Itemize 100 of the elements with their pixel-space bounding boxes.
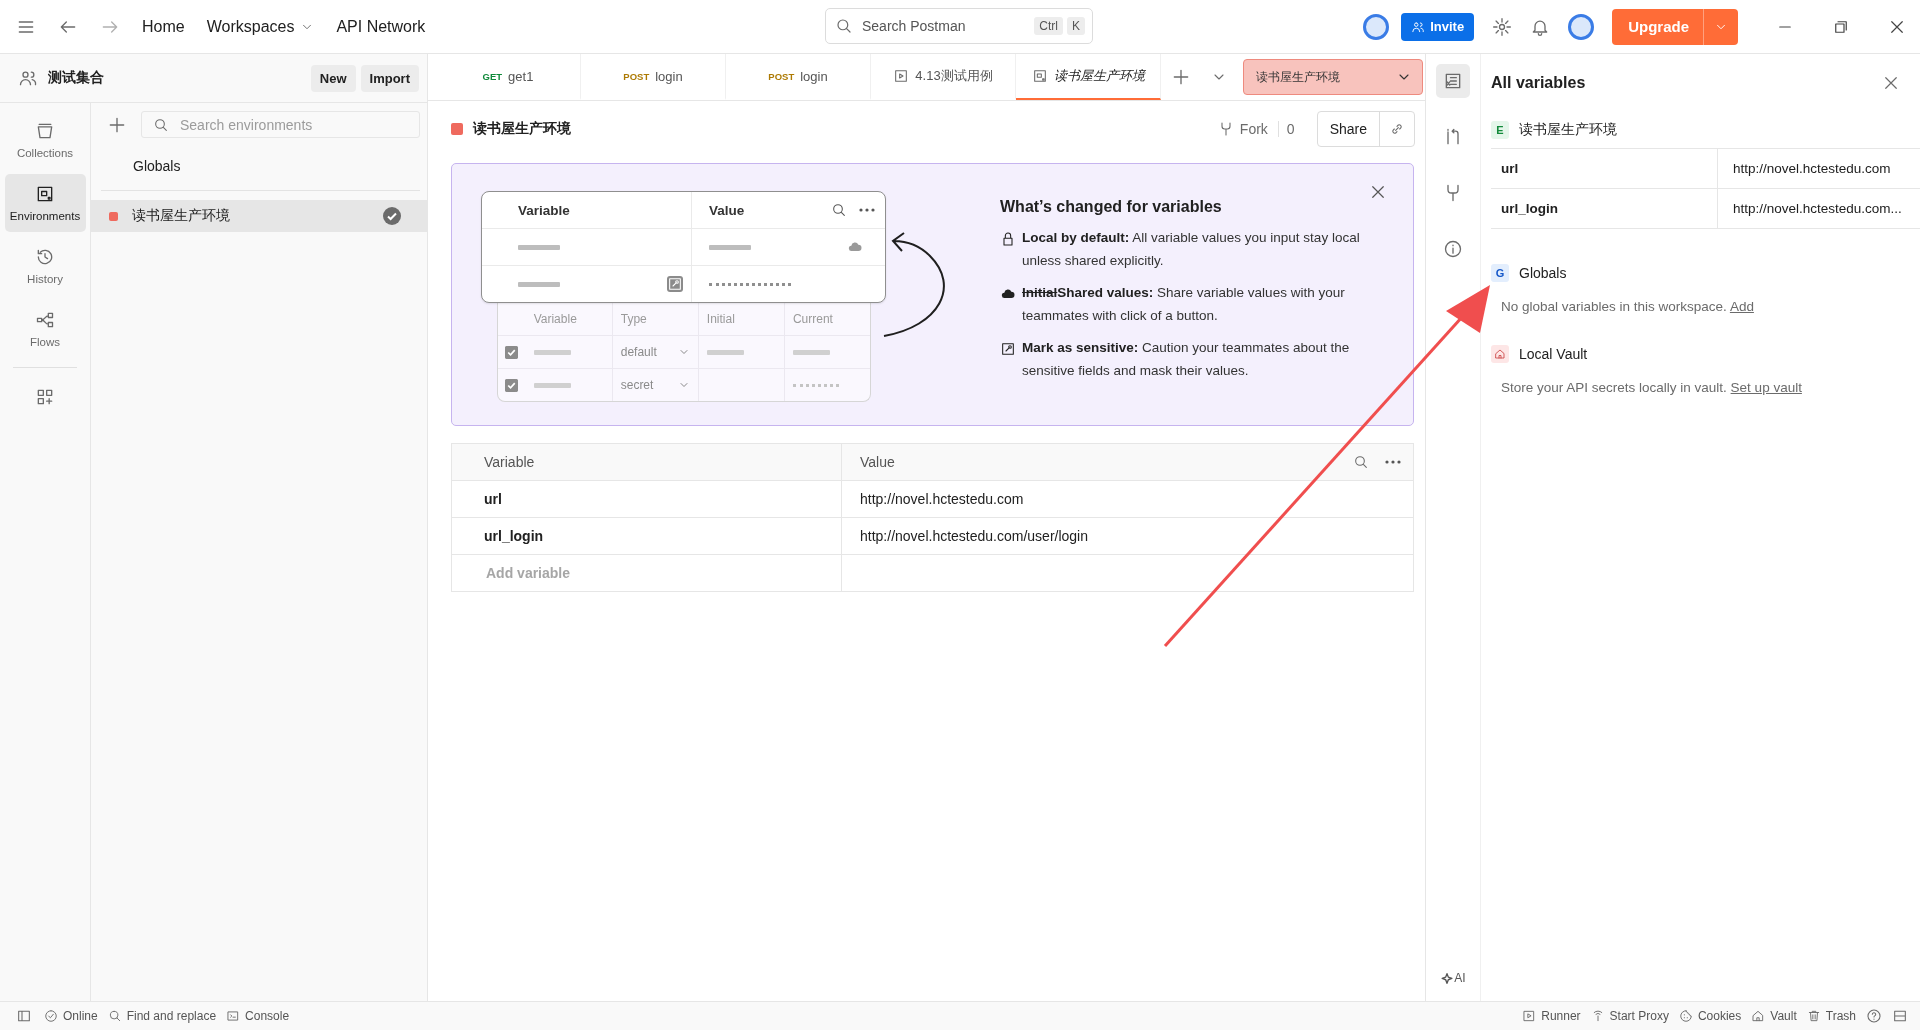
workspace-button[interactable]: Import bbox=[360, 64, 419, 92]
fork-count: 0 bbox=[1277, 121, 1307, 137]
tab[interactable]: POST login bbox=[726, 54, 871, 100]
placeholder-bar bbox=[518, 244, 560, 250]
help-icon[interactable] bbox=[1866, 1008, 1882, 1024]
placeholder-bar bbox=[518, 281, 560, 287]
bucket-icon bbox=[35, 121, 55, 141]
tab[interactable]: POST login bbox=[581, 54, 726, 100]
list-item[interactable]: 读书屋生产环境 bbox=[91, 200, 427, 232]
cookie-icon bbox=[1678, 1009, 1693, 1023]
search-field[interactable]: Search environments bbox=[141, 111, 420, 138]
link-icon bbox=[1389, 121, 1405, 137]
table-cell: url bbox=[1491, 149, 1718, 188]
more-icon bbox=[859, 207, 875, 213]
house-icon bbox=[1494, 348, 1506, 360]
play-icon bbox=[1522, 1009, 1537, 1023]
input-field[interactable]: Add variable bbox=[484, 564, 688, 582]
column-header: Value bbox=[860, 454, 895, 470]
section-title: Globals bbox=[1519, 265, 1567, 281]
masked-value-drawing bbox=[792, 383, 839, 387]
column-header: Type bbox=[611, 303, 698, 335]
nav-link[interactable]: Home bbox=[142, 17, 185, 36]
close-icon[interactable] bbox=[1369, 183, 1387, 201]
search-icon[interactable] bbox=[1353, 454, 1369, 470]
trash-icon bbox=[1806, 1009, 1821, 1023]
search-icon bbox=[835, 17, 853, 35]
sidebar-item[interactable]: History bbox=[4, 237, 86, 295]
avatar[interactable] bbox=[1568, 13, 1595, 40]
table-cell-text: http://novel.hctestedu.com bbox=[1732, 160, 1892, 178]
fork-button[interactable]: Fork bbox=[1217, 121, 1268, 137]
section-title: Local Vault bbox=[1519, 346, 1588, 362]
workspace-button[interactable]: New bbox=[310, 64, 356, 92]
placeholder-bar bbox=[533, 382, 571, 388]
type-value: secret bbox=[620, 378, 654, 392]
status-bar-item[interactable]: Trash bbox=[1806, 1009, 1856, 1023]
status-bar-item[interactable]: Online bbox=[44, 1009, 98, 1023]
setup-vault-link[interactable]: Set up vault bbox=[1730, 380, 1802, 395]
search-icon bbox=[107, 1009, 122, 1023]
sidebar-item[interactable]: Environments bbox=[4, 174, 86, 232]
nav-link[interactable]: Workspaces bbox=[206, 17, 315, 36]
table-cell-text: http://novel.hctestedu.com bbox=[859, 490, 1025, 509]
table-cell-text: http://novel.hctestedu.com/user/login bbox=[859, 527, 1090, 546]
close-icon[interactable] bbox=[1882, 74, 1900, 92]
table-cell: url bbox=[452, 481, 842, 517]
tab[interactable]: 4.13测试用例 bbox=[871, 54, 1016, 100]
terminal-icon bbox=[226, 1009, 241, 1023]
add-grid-icon[interactable] bbox=[35, 387, 55, 407]
status-bar-item[interactable]: Cookies bbox=[1678, 1009, 1742, 1023]
placeholder-bar bbox=[533, 349, 571, 355]
sidebar-toggle-icon[interactable] bbox=[16, 1008, 32, 1024]
key-icon bbox=[1000, 341, 1016, 357]
section-title: 读书屋生产环境 bbox=[1519, 121, 1617, 139]
environment-title: 读书屋生产环境 bbox=[473, 120, 571, 138]
banner-point: Local by default: All variable values you input stay local unless shared explicitly. bbox=[1022, 229, 1361, 270]
column-header: Variable bbox=[482, 192, 692, 228]
column-header: Variable bbox=[532, 311, 578, 328]
house-icon bbox=[1751, 1009, 1766, 1023]
placeholder-bar bbox=[706, 349, 744, 355]
table-cell: url_login bbox=[452, 518, 842, 554]
search-icon bbox=[153, 117, 169, 133]
status-bar-item[interactable]: Find and replace bbox=[107, 1009, 217, 1023]
type-value: default bbox=[620, 345, 657, 359]
status-bar-item[interactable]: Runner bbox=[1522, 1009, 1581, 1023]
column-header: Current bbox=[783, 303, 870, 335]
column-header: Initial bbox=[697, 303, 784, 335]
vault-message: Store your API secrets locally in vault. Set up vault bbox=[1501, 380, 1803, 395]
flow-nodes-icon bbox=[35, 310, 55, 330]
sidebar-item[interactable]: Collections bbox=[4, 111, 86, 169]
avatar[interactable] bbox=[1363, 13, 1390, 40]
status-bar-item[interactable]: Vault bbox=[1751, 1009, 1797, 1023]
more-icon[interactable] bbox=[1385, 459, 1401, 465]
placeholder-bar bbox=[792, 349, 830, 355]
key-icon bbox=[667, 276, 683, 292]
history-icon bbox=[35, 247, 55, 267]
banner-title: What’s changed for variables bbox=[1000, 198, 1223, 216]
add-tab-icon[interactable] bbox=[1171, 67, 1191, 87]
tab[interactable]: 读书屋生产环境 bbox=[1016, 54, 1161, 100]
tab[interactable]: GET get1 bbox=[436, 54, 581, 100]
check-circle-icon[interactable] bbox=[382, 206, 402, 226]
status-bar-item[interactable]: Console bbox=[226, 1009, 290, 1023]
ai-button[interactable]: AI bbox=[1440, 971, 1466, 985]
lock-icon bbox=[1000, 231, 1016, 247]
globals-badge: G bbox=[1491, 264, 1509, 282]
environment-dropdown[interactable]: 读书屋生产环境 bbox=[1243, 59, 1423, 95]
empty-message: No global variables in this workspace. Add bbox=[1501, 299, 1755, 314]
list-item[interactable]: Globals bbox=[101, 138, 420, 191]
status-bar-item[interactable]: Start Proxy bbox=[1590, 1009, 1669, 1023]
variables-icon[interactable] bbox=[1436, 64, 1470, 98]
add-link[interactable]: Add bbox=[1729, 299, 1754, 314]
workspace-name: 测试集合 bbox=[48, 69, 104, 87]
banner-point: InitialShared values: Share variable values with your teammates with click of a button. bbox=[1022, 284, 1346, 325]
nav-link[interactable]: API Network bbox=[336, 17, 426, 36]
sidebar-item[interactable]: Flows bbox=[4, 300, 86, 358]
table-cell-text: http://novel.hctestedu.com... bbox=[1732, 200, 1903, 218]
invite-button[interactable]: Invite bbox=[1401, 12, 1475, 41]
placeholder-bar bbox=[709, 244, 751, 250]
upgrade-menu-button[interactable] bbox=[1703, 8, 1738, 45]
sparkle-icon bbox=[1440, 971, 1455, 985]
layout-icon[interactable] bbox=[1892, 1008, 1908, 1024]
play-icon bbox=[893, 68, 910, 84]
